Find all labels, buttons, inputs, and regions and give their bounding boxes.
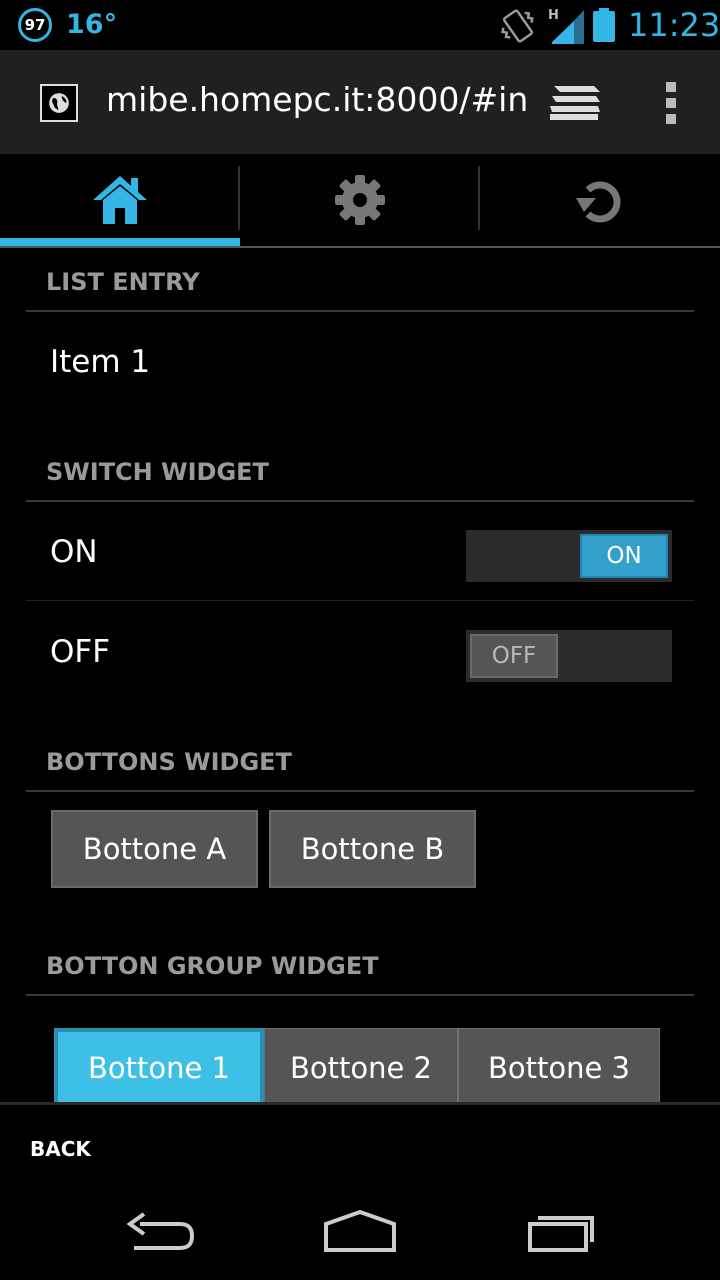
status-bar: 97 16° H 11:23	[0, 0, 720, 50]
back-icon[interactable]	[122, 1206, 202, 1256]
signal-icon: H	[548, 8, 584, 44]
switch-knob: OFF	[470, 634, 558, 678]
refresh-icon	[576, 181, 621, 223]
home-icon	[93, 176, 147, 224]
group-button-3[interactable]: Bottone 3	[458, 1028, 660, 1102]
overflow-menu-icon[interactable]	[664, 80, 680, 126]
group-button-1[interactable]: Bottone 1	[54, 1028, 264, 1102]
button-a[interactable]: Bottone A	[51, 810, 258, 888]
vibrate-icon	[501, 9, 534, 43]
notification-badge: 97	[18, 8, 52, 42]
row-divider	[26, 600, 694, 601]
battery-icon	[593, 8, 615, 42]
section-header-buttons-widget: BOTTONS WIDGET	[46, 748, 292, 776]
network-type-label: H	[548, 8, 559, 23]
toggle-switch-off[interactable]: OFF	[466, 630, 672, 682]
content: LIST ENTRY Item 1 SWITCH WIDGET ON ON OF…	[0, 248, 720, 1102]
url-field[interactable]: mibe.homepc.it:8000/#in	[106, 80, 528, 119]
gear-icon	[335, 175, 385, 225]
list-item[interactable]: Item 1	[50, 344, 150, 380]
section-divider	[26, 310, 694, 312]
active-tab-indicator	[0, 238, 240, 246]
recent-apps-icon[interactable]	[524, 1206, 604, 1256]
section-divider	[26, 500, 694, 502]
home-button-icon[interactable]	[320, 1206, 400, 1256]
section-divider	[26, 790, 694, 792]
back-link[interactable]: BACK	[30, 1137, 91, 1161]
toggle-switch-on[interactable]: ON	[466, 530, 672, 582]
tab-settings[interactable]	[240, 154, 480, 246]
section-header-list-entry: LIST ENTRY	[46, 268, 200, 296]
switch-label-off: OFF	[50, 634, 111, 670]
switch-label-on: ON	[50, 534, 98, 570]
footer-bar: BACK	[0, 1102, 720, 1182]
system-nav-bar	[0, 1182, 720, 1280]
tabs-icon[interactable]	[548, 80, 602, 124]
switch-knob: ON	[580, 534, 668, 578]
clock: 11:23	[628, 6, 720, 44]
tab-home[interactable]	[0, 154, 240, 246]
browser-toolbar: mibe.homepc.it:8000/#in	[0, 50, 720, 154]
globe-icon	[40, 84, 78, 122]
section-header-switch-widget: SWITCH WIDGET	[46, 458, 269, 486]
button-b[interactable]: Bottone B	[269, 810, 476, 888]
temperature: 16°	[66, 9, 118, 40]
section-divider	[26, 994, 694, 996]
navbar	[0, 154, 720, 248]
tab-refresh[interactable]	[480, 154, 720, 246]
section-header-button-group-widget: BOTTON GROUP WIDGET	[46, 952, 379, 980]
group-button-2[interactable]: Bottone 2	[264, 1028, 458, 1102]
